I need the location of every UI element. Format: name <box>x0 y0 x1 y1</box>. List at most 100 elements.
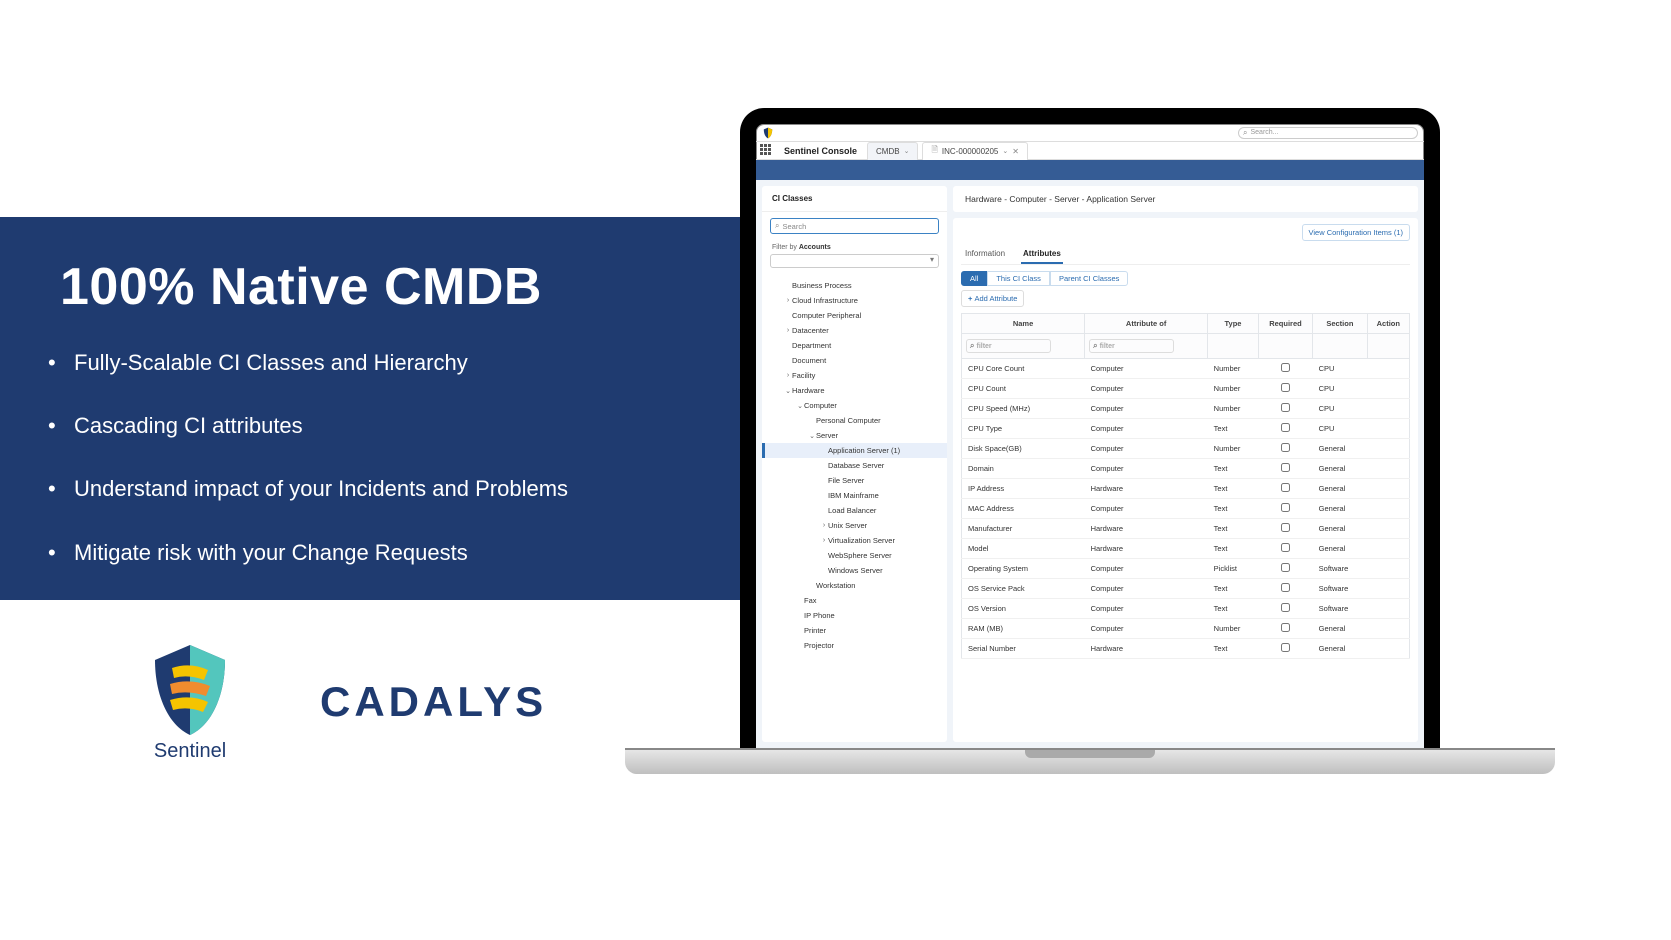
table-row[interactable]: Operating SystemComputerPicklistSoftware <box>962 559 1410 579</box>
tree-node[interactable]: Document <box>762 353 947 368</box>
tree-node[interactable]: Computer Peripheral <box>762 308 947 323</box>
account-select[interactable] <box>770 254 939 268</box>
required-checkbox[interactable] <box>1281 383 1290 392</box>
required-checkbox[interactable] <box>1281 443 1290 452</box>
col-type[interactable]: Type <box>1208 314 1259 334</box>
required-checkbox[interactable] <box>1281 423 1290 432</box>
table-row[interactable]: Disk Space(GB)ComputerNumberGeneral <box>962 439 1410 459</box>
tree-node[interactable]: ›Unix Server <box>762 518 947 533</box>
cell-attribute-of: Hardware <box>1085 639 1208 659</box>
required-checkbox[interactable] <box>1281 523 1290 532</box>
tree-node-label: Business Process <box>792 281 852 290</box>
table-row[interactable]: IP AddressHardwareTextGeneral <box>962 479 1410 499</box>
required-checkbox[interactable] <box>1281 463 1290 472</box>
required-checkbox[interactable] <box>1281 643 1290 652</box>
tree-node[interactable]: Workstation <box>762 578 947 593</box>
pill-parent-classes[interactable]: Parent CI Classes <box>1050 271 1128 286</box>
cell-type: Number <box>1208 619 1259 639</box>
name-filter-input[interactable]: ⌕filter <box>966 339 1051 353</box>
tree-node[interactable]: ›Cloud Infrastructure <box>762 293 947 308</box>
tree-node[interactable]: Fax <box>762 593 947 608</box>
col-required[interactable]: Required <box>1258 314 1312 334</box>
add-attribute-button[interactable]: Add Attribute <box>961 290 1024 307</box>
chevron-down-icon[interactable]: ⌄ <box>904 147 910 155</box>
table-row[interactable]: OS Service PackComputerTextSoftware <box>962 579 1410 599</box>
cell-required <box>1258 519 1312 539</box>
table-row[interactable]: CPU Speed (MHz)ComputerNumberCPU <box>962 399 1410 419</box>
tree-node[interactable]: ›Virtualization Server <box>762 533 947 548</box>
tree-node[interactable]: Load Balancer <box>762 503 947 518</box>
table-row[interactable]: Serial NumberHardwareTextGeneral <box>962 639 1410 659</box>
required-checkbox[interactable] <box>1281 603 1290 612</box>
cell-attribute-of: Hardware <box>1085 539 1208 559</box>
pill-this-class[interactable]: This CI Class <box>987 271 1050 286</box>
tree-node[interactable]: ⌄Computer <box>762 398 947 413</box>
table-row[interactable]: OS VersionComputerTextSoftware <box>962 599 1410 619</box>
table-row[interactable]: ManufacturerHardwareTextGeneral <box>962 519 1410 539</box>
cell-attribute-of: Computer <box>1085 459 1208 479</box>
subtab-information[interactable]: Information <box>963 245 1007 264</box>
table-row[interactable]: CPU Core CountComputerNumberCPU <box>962 359 1410 379</box>
table-row[interactable]: DomainComputerTextGeneral <box>962 459 1410 479</box>
tree-node[interactable]: Application Server (1) <box>762 443 947 458</box>
chevron-down-icon[interactable]: ⌄ <box>1002 147 1008 155</box>
tree-node[interactable]: Printer <box>762 623 947 638</box>
caret-icon: ⌄ <box>808 432 816 440</box>
required-checkbox[interactable] <box>1281 363 1290 372</box>
table-row[interactable]: CPU TypeComputerTextCPU <box>962 419 1410 439</box>
col-name[interactable]: Name <box>962 314 1085 334</box>
search-icon: ⌕ <box>970 341 974 351</box>
cell-required <box>1258 439 1312 459</box>
subtab-attributes[interactable]: Attributes <box>1021 245 1063 264</box>
tree-node[interactable]: File Server <box>762 473 947 488</box>
table-row[interactable]: CPU CountComputerNumberCPU <box>962 379 1410 399</box>
attrof-filter-input[interactable]: ⌕filter <box>1089 339 1174 353</box>
cell-attribute-of: Computer <box>1085 579 1208 599</box>
tree-node[interactable]: ⌄Hardware <box>762 383 947 398</box>
cell-attribute-of: Computer <box>1085 499 1208 519</box>
tree-node[interactable]: Department <box>762 338 947 353</box>
tree-node[interactable]: ›Facility <box>762 368 947 383</box>
app-launcher-icon[interactable] <box>760 144 774 158</box>
cell-name: Disk Space(GB) <box>962 439 1085 459</box>
tab-incident[interactable]: 🗎 INC-000000205 ⌄ ✕ <box>922 142 1028 160</box>
tree-node-label: Server <box>816 431 838 440</box>
global-search[interactable]: ⌕ Search... <box>1238 127 1418 139</box>
required-checkbox[interactable] <box>1281 483 1290 492</box>
view-config-items-link[interactable]: View Configuration Items (1) <box>1302 224 1411 241</box>
col-action[interactable]: Action <box>1367 314 1409 334</box>
tree-node[interactable]: Database Server <box>762 458 947 473</box>
tree-node[interactable]: Projector <box>762 638 947 653</box>
tree-node-label: Printer <box>804 626 826 635</box>
tree-node[interactable]: WebSphere Server <box>762 548 947 563</box>
tree-node[interactable]: Windows Server <box>762 563 947 578</box>
cell-action <box>1367 599 1409 619</box>
tree-node[interactable]: Business Process <box>762 278 947 293</box>
ci-search-input[interactable]: ⌕ Search <box>770 218 939 234</box>
table-row[interactable]: MAC AddressComputerTextGeneral <box>962 499 1410 519</box>
cell-name: Domain <box>962 459 1085 479</box>
tree-node[interactable]: IP Phone <box>762 608 947 623</box>
table-row[interactable]: ModelHardwareTextGeneral <box>962 539 1410 559</box>
tree-node[interactable]: ›Datacenter <box>762 323 947 338</box>
required-checkbox[interactable] <box>1281 623 1290 632</box>
tree-node[interactable]: ⌄Server <box>762 428 947 443</box>
tree-node[interactable]: IBM Mainframe <box>762 488 947 503</box>
pill-all[interactable]: All <box>961 271 987 286</box>
cell-action <box>1367 479 1409 499</box>
col-section[interactable]: Section <box>1313 314 1367 334</box>
cell-type: Number <box>1208 439 1259 459</box>
required-checkbox[interactable] <box>1281 563 1290 572</box>
cell-name: CPU Count <box>962 379 1085 399</box>
panel-title: CI Classes <box>762 186 947 212</box>
required-checkbox[interactable] <box>1281 403 1290 412</box>
required-checkbox[interactable] <box>1281 583 1290 592</box>
col-attribute-of[interactable]: Attribute of <box>1085 314 1208 334</box>
required-checkbox[interactable] <box>1281 543 1290 552</box>
caret-icon: › <box>820 537 828 544</box>
table-row[interactable]: RAM (MB)ComputerNumberGeneral <box>962 619 1410 639</box>
tree-node[interactable]: Personal Computer <box>762 413 947 428</box>
tab-cmdb[interactable]: CMDB ⌄ <box>867 142 918 160</box>
required-checkbox[interactable] <box>1281 503 1290 512</box>
close-icon[interactable]: ✕ <box>1012 147 1019 156</box>
